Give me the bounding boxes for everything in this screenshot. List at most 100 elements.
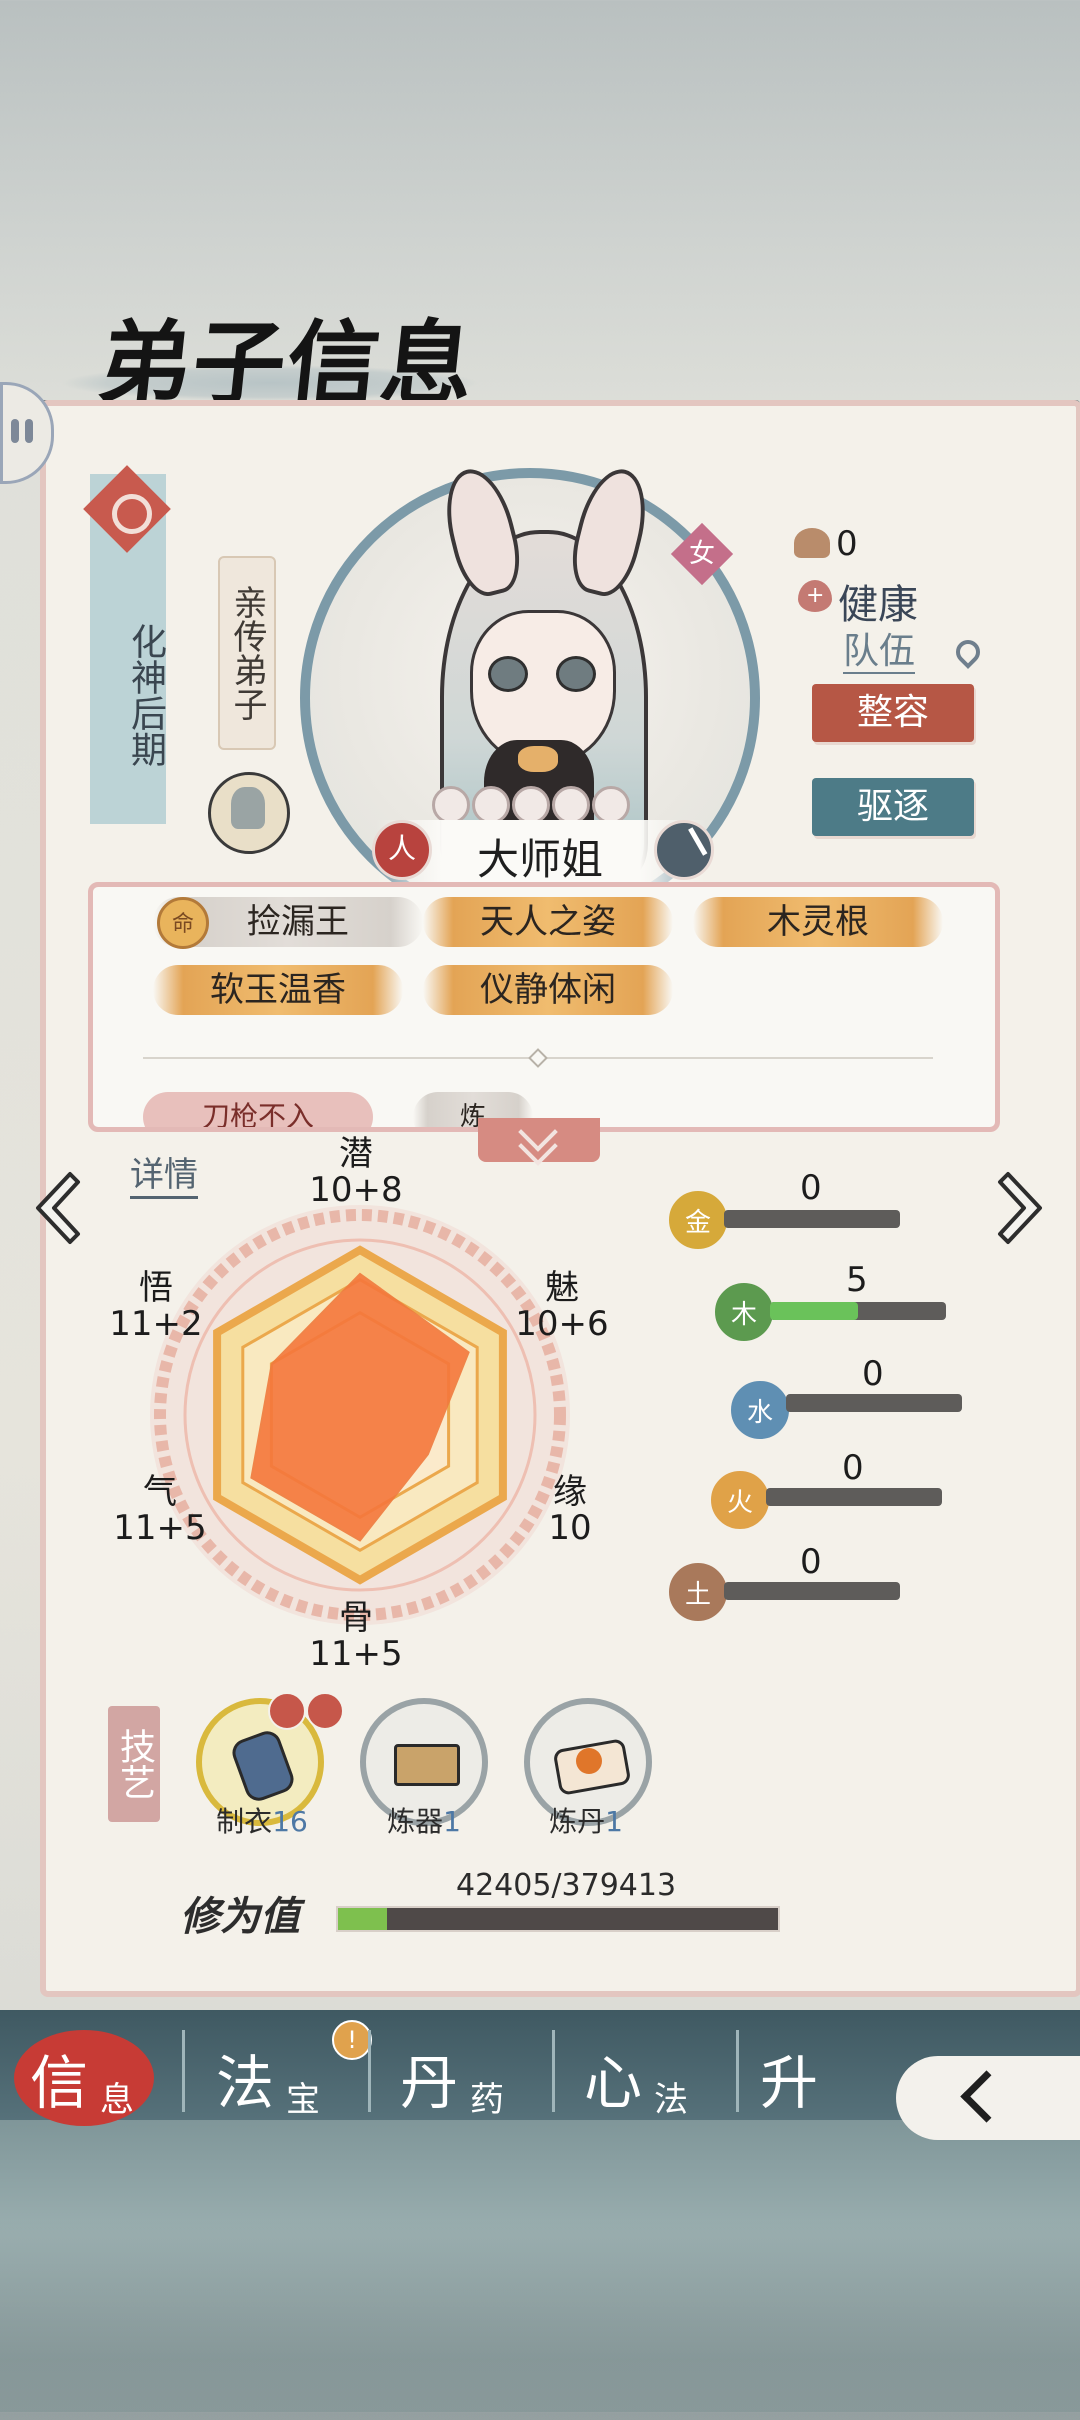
character-eye-left [488,656,528,692]
traits-panel: 捡漏王 命 天人之姿 木灵根 软玉温香 仪静体闲 刀枪不入 炼 [88,882,1000,1132]
metal-value: 0 [800,1168,822,1208]
tab-pills[interactable]: 丹 药 [370,2018,550,2120]
wood-icon: 木 [712,1280,776,1344]
trait-divider-ornament [528,1048,548,1068]
water-icon: 水 [728,1378,792,1442]
attr-fate-name: 缘 [553,1472,587,1512]
nav-separator [182,2030,185,2112]
trait-tag-partial[interactable]: 刀枪不入 [143,1092,373,1127]
rank-tag: 亲传弟子 [218,556,276,750]
expel-button[interactable]: 驱逐 [812,778,974,836]
previous-disciple-arrow-icon[interactable] [28,1168,88,1248]
wood-bar-fill [770,1302,858,1320]
metal-bar [724,1210,900,1228]
disciple-name[interactable]: 大师姐 [440,826,640,887]
attr-bone: 骨 11+5 [296,1600,416,1672]
trait-tag[interactable]: 软玉温香 [153,965,403,1015]
health-icon: + [798,580,832,612]
tab-upgrade-main: 升 [760,2049,819,2117]
tab-info-main: 信 [30,2049,89,2117]
talent-dot [432,786,470,824]
flame-icon [306,1692,344,1730]
tab-pills-sub: 药 [470,2080,504,2120]
attr-potential-value: 10+8 [309,1170,403,1210]
attribute-radar [140,1160,580,1660]
loyalty-value: 0 [836,524,858,564]
skills-tag: 技艺 [108,1706,160,1822]
metal-icon: 金 [666,1188,730,1252]
spirit-pet-icon[interactable] [208,772,290,854]
attr-insight: 悟 11+2 [96,1270,216,1342]
attr-bone-value: 11+5 [309,1634,403,1674]
skill-tailoring-label: 制衣16 [216,1805,308,1838]
fire-icon: 火 [708,1468,772,1532]
talent-dot [592,786,630,824]
brush-icon[interactable] [654,820,714,880]
earth-bar [724,1582,900,1600]
cultivation-progress-bar [336,1906,780,1932]
race-badge: 人 [372,820,432,880]
trait-tag[interactable]: 天人之姿 [423,897,673,947]
fire-bar [766,1488,942,1506]
back-button[interactable] [896,2056,1080,2140]
attr-charm: 魅 10+6 [502,1270,622,1342]
attr-potential: 潜 10+8 [296,1136,416,1208]
attr-charm-value: 10+6 [515,1304,609,1344]
water-value: 0 [862,1354,884,1394]
mountain-silhouette [0,2220,1080,2420]
expand-traits-button[interactable] [478,1112,600,1166]
water-bar [786,1394,962,1412]
realm-emblem-swirl [112,494,152,534]
talent-dot [512,786,550,824]
attr-insight-value: 11+2 [109,1304,203,1344]
tab-mind-methods-sub: 法 [654,2080,688,2120]
tab-pills-main: 丹 [400,2049,459,2117]
tab-artifacts-main: 法 [216,2049,275,2117]
cultivation-value: 42405/379413 [456,1868,677,1903]
cultivation-label: 修为值 [180,1893,300,1940]
skill-forging-label: 炼器1 [387,1805,461,1838]
next-disciple-arrow-icon[interactable] [990,1168,1050,1248]
earth-icon: 土 [666,1560,730,1624]
race-text: 人 [387,832,416,865]
attr-fate: 缘 10 [510,1474,630,1546]
loyalty-icon [794,528,830,558]
tab-upgrade[interactable]: 升 [730,2018,910,2118]
tab-info[interactable]: 信 息 [0,2018,180,2120]
trait-tag[interactable]: 木灵根 [693,897,943,947]
talent-dot [472,786,510,824]
attr-bone-name: 骨 [339,1598,373,1638]
tab-mind-methods-main: 心 [584,2049,643,2117]
wood-value: 5 [846,1260,868,1300]
tab-info-sub: 息 [100,2080,134,2120]
health-status: 健康 [838,582,918,628]
back-arrow-icon [960,2070,1013,2123]
flame-icon [268,1692,306,1730]
trait-tag[interactable]: 仪静体闲 [423,965,673,1015]
skill-alchemy-label: 炼丹1 [549,1805,623,1838]
talent-dot [552,786,590,824]
title-area: 弟子信息 [60,270,481,420]
attr-qi: 气 11+5 [100,1474,220,1546]
attr-qi-name: 气 [143,1472,177,1512]
character-eye-right [556,656,596,692]
wood-bar [770,1302,946,1320]
rename-button[interactable]: 整容 [812,684,974,742]
fate-icon: 命 [157,897,209,949]
attr-qi-value: 11+5 [113,1508,207,1548]
gender-text: 女 [688,539,715,569]
fate-icon-text: 命 [171,912,194,937]
tab-mind-methods[interactable]: 心 法 [554,2018,734,2120]
fire-value: 0 [842,1448,864,1488]
realm-text: 化神后期 [125,623,166,767]
attr-charm-name: 魅 [545,1268,579,1308]
tab-artifacts-sub: 宝 [286,2080,320,2120]
alert-badge: ! [332,2020,372,2060]
radar-svg [150,1205,570,1625]
team-link[interactable]: 队伍 [843,632,916,674]
cultivation-progress-fill [338,1908,388,1930]
character-bow [518,746,558,772]
attr-insight-name: 悟 [139,1268,173,1308]
earth-value: 0 [800,1542,822,1582]
attr-potential-name: 潜 [339,1134,373,1174]
